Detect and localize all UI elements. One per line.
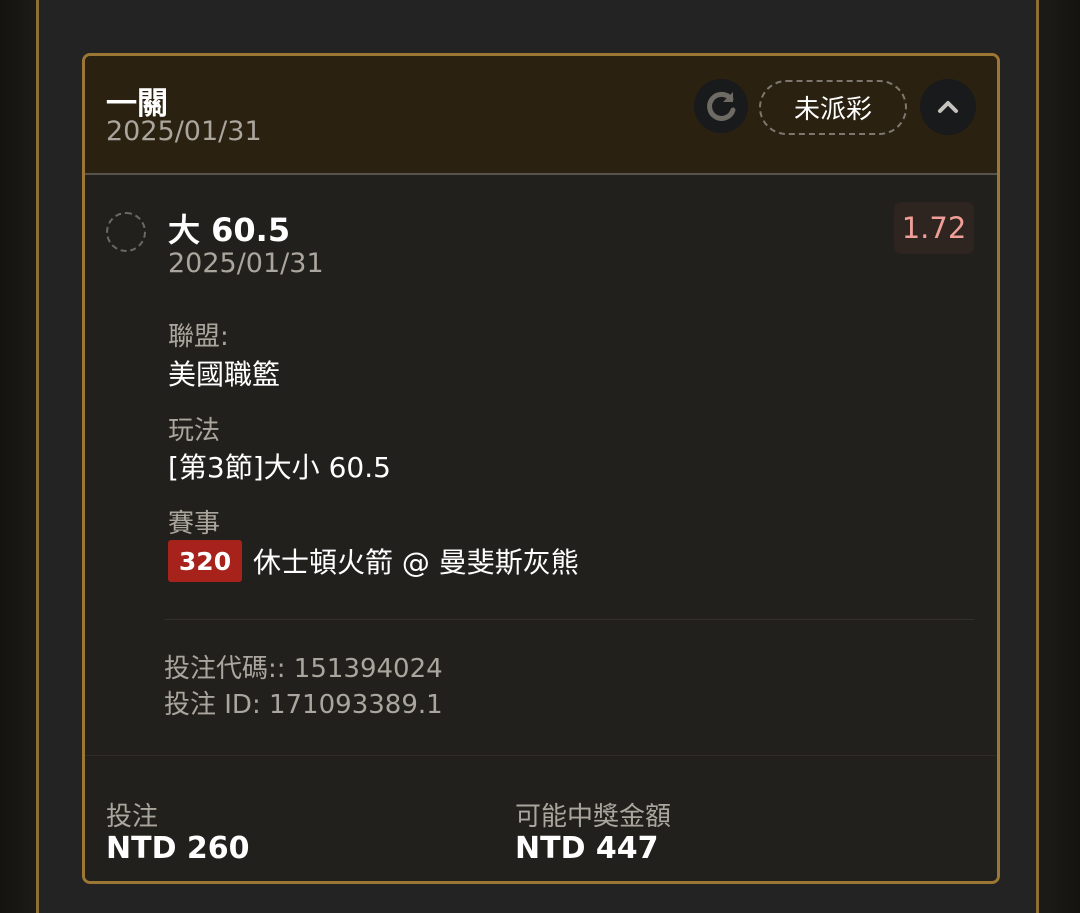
collapse-button[interactable] [920,79,976,135]
details-divider [164,619,974,620]
refresh-icon [707,91,736,121]
bet-code: 投注代碼:: 151394024 [164,654,443,684]
odds-badge: 1.72 [894,202,974,254]
bet-ticket-card: 一關 2025/01/31 未派彩 大 60.5 2025/01/31 1.72… [82,53,1000,884]
footer-divider [85,755,997,756]
refresh-button[interactable] [694,79,748,133]
event-name: 休士頓火箭 @ 曼斐斯灰熊 [253,546,579,579]
settlement-status-badge: 未派彩 [759,80,907,135]
selection-status-radio [106,212,146,252]
stake-label: 投注 [106,802,159,832]
event-label: 賽事 [168,509,221,539]
ticket-body: 大 60.5 2025/01/31 1.72 聯盟: 美國職籃 玩法 [第3節]… [85,175,997,881]
event-number-badge: 320 [168,540,242,582]
ticket-header: 一關 2025/01/31 未派彩 [85,56,997,175]
league-value: 美國職籃 [168,358,281,391]
selection-name: 大 60.5 [168,211,291,249]
event-row: 320 休士頓火箭 @ 曼斐斯灰熊 [168,540,579,582]
app-frame: 一關 2025/01/31 未派彩 大 60.5 2025/01/31 1.72… [0,0,1080,913]
selection-date: 2025/01/31 [168,248,324,279]
chevron-up-icon [938,101,958,113]
bet-id: 投注 ID: 171093389.1 [164,690,443,720]
market-label: 玩法 [168,416,221,446]
stake-value: NTD 260 [106,831,250,866]
market-value: [第3節]大小 60.5 [168,451,391,484]
ticket-date: 2025/01/31 [106,116,262,147]
payout-value: NTD 447 [515,831,659,866]
league-label: 聯盟: [168,322,229,352]
payout-label: 可能中獎金額 [515,802,672,832]
